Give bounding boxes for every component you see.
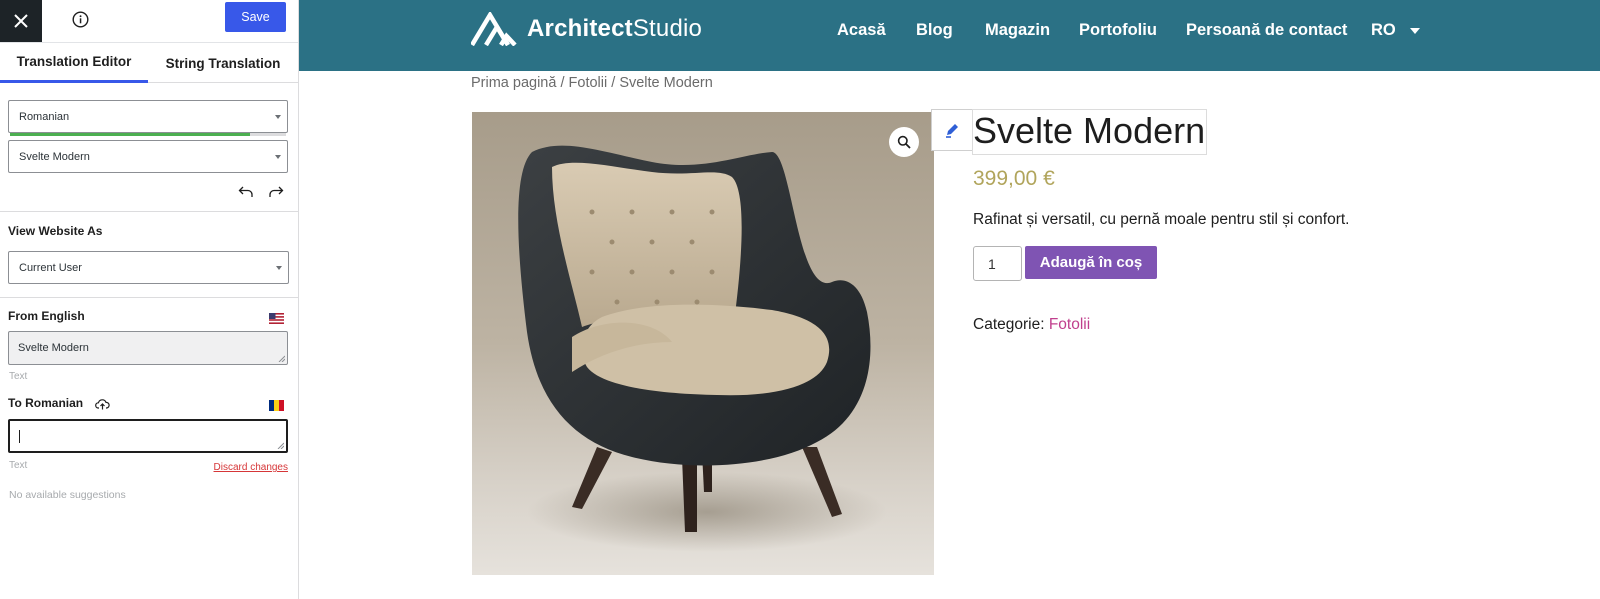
source-text-value: Svelte Modern [18, 342, 89, 354]
quantity-input[interactable]: 1 [973, 246, 1022, 281]
translation-text-type: Text [9, 460, 28, 471]
undo-button[interactable] [237, 183, 255, 201]
close-icon [14, 14, 28, 28]
category-label: Categorie: [973, 316, 1049, 333]
site-logo[interactable]: ArchitectStudio [471, 12, 702, 46]
resize-handle-icon [278, 355, 285, 362]
nav-item-contact[interactable]: Persoană de contact [1186, 21, 1347, 40]
info-button[interactable] [69, 8, 91, 30]
panel-divider [0, 211, 298, 212]
info-icon [71, 10, 89, 28]
chevron-down-icon [275, 115, 281, 119]
logo-mark-icon [471, 12, 517, 46]
site-header: ArchitectStudio Acasă Blog Magazin Porto… [299, 0, 1600, 71]
from-language-title: From English [8, 309, 85, 323]
source-text-type: Text [9, 371, 28, 382]
website-preview: ArchitectStudio Acasă Blog Magazin Porto… [299, 0, 1600, 599]
breadcrumb-current: Svelte Modern [619, 75, 713, 91]
product-description: Rafinat și versatil, cu pernă moale pent… [973, 211, 1350, 228]
magnifier-icon [897, 135, 911, 149]
suggestions-text: No available suggestions [9, 489, 126, 501]
save-button[interactable]: Save [225, 2, 286, 32]
nav-item-home[interactable]: Acasă [837, 21, 886, 40]
translation-panel: Save Translation Editor String Translati… [0, 0, 299, 599]
language-switcher-label: RO [1371, 21, 1396, 39]
zoom-button[interactable] [889, 127, 919, 157]
site-name-light: Studio [632, 15, 703, 42]
translation-progress-fill [10, 133, 251, 136]
edit-translation-button[interactable] [931, 109, 973, 151]
cloud-upload-icon[interactable] [95, 398, 110, 410]
category-link[interactable]: Fotolii [1049, 316, 1090, 333]
breadcrumb-separator: / [556, 75, 569, 91]
product-price: 399,00 € [973, 167, 1055, 190]
armchair-illustration [518, 145, 887, 552]
product-title: Svelte Modern [973, 110, 1206, 151]
discard-changes-link[interactable]: Discard changes [214, 462, 288, 473]
view-website-as-title: View Website As [8, 224, 103, 238]
caret-down-icon [1409, 27, 1420, 34]
close-button[interactable] [0, 0, 42, 42]
tab-translation-editor[interactable]: Translation Editor [0, 43, 148, 83]
undo-icon [238, 186, 253, 197]
quantity-value: 1 [988, 255, 996, 272]
pencil-icon [946, 124, 958, 138]
product-category: Categorie: Fotolii [973, 316, 1090, 334]
resize-handle-icon [277, 442, 284, 449]
language-switcher[interactable]: RO [1371, 21, 1420, 40]
translation-progress-bar [10, 133, 286, 136]
redo-icon [269, 186, 284, 197]
breadcrumb-category[interactable]: Fotolii [569, 75, 608, 91]
breadcrumb-home[interactable]: Prima pagină [471, 75, 556, 91]
chevron-down-icon [276, 266, 282, 270]
nav-item-shop[interactable]: Magazin [985, 21, 1050, 40]
tab-string-translation[interactable]: String Translation [148, 43, 298, 83]
nav-item-portfolio[interactable]: Portofoliu [1079, 21, 1157, 40]
string-select[interactable]: Svelte Modern [8, 140, 288, 173]
add-to-cart-button[interactable]: Adaugă în coș [1025, 246, 1157, 279]
redo-button[interactable] [267, 183, 285, 201]
editor-tabs: Translation Editor String Translation [0, 42, 298, 83]
language-select-value: Romanian [19, 110, 70, 123]
romania-flag-icon [269, 400, 284, 411]
to-language-title: To Romanian [8, 396, 84, 410]
language-select[interactable]: Romanian [8, 100, 288, 133]
site-name-bold: Architect [527, 15, 633, 42]
translation-input[interactable] [8, 419, 288, 453]
string-select-value: Svelte Modern [19, 150, 90, 163]
chevron-down-icon [275, 155, 281, 159]
product-image[interactable] [472, 112, 934, 575]
source-text-field[interactable]: Svelte Modern [8, 331, 288, 365]
panel-topbar: Save [0, 0, 298, 42]
view-as-select-value: Current User [19, 261, 82, 274]
site-name: ArchitectStudio [527, 15, 702, 43]
nav-item-blog[interactable]: Blog [916, 21, 953, 40]
breadcrumb: Prima pagină / Fotolii / Svelte Modern [471, 75, 713, 91]
text-cursor [19, 430, 20, 443]
us-flag-icon [269, 313, 284, 324]
breadcrumb-separator: / [607, 75, 620, 91]
view-as-select[interactable]: Current User [8, 251, 289, 284]
panel-divider [0, 297, 298, 298]
